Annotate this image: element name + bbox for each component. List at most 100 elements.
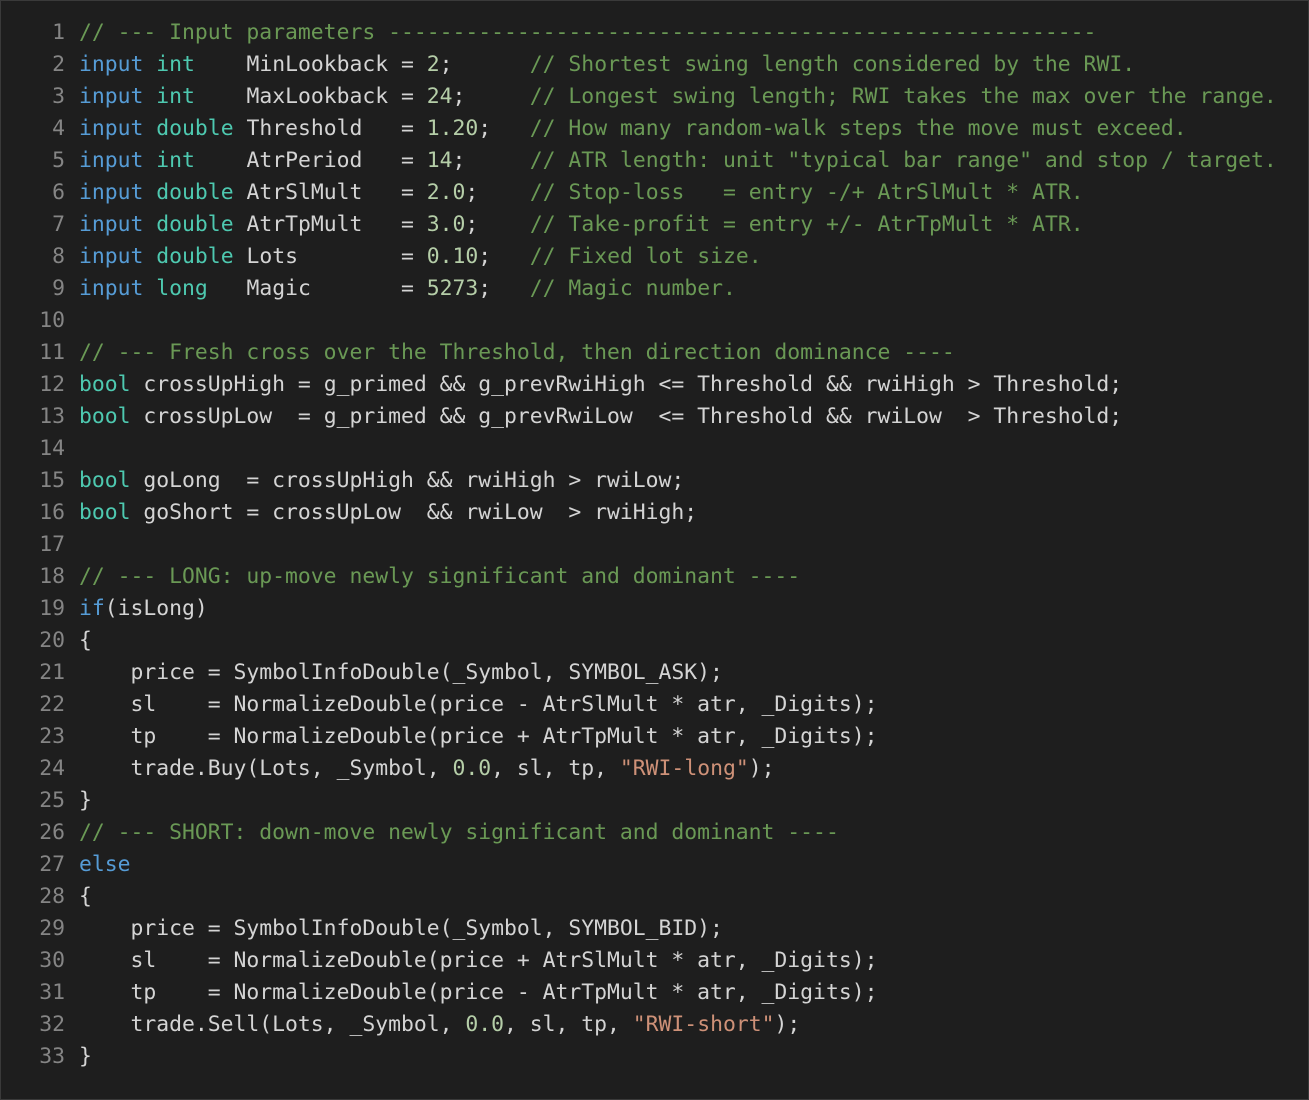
line-content[interactable]: {: [65, 625, 92, 657]
line-content[interactable]: input double AtrTpMult = 3.0; // Take-pr…: [65, 209, 1084, 241]
code-line[interactable]: 26 // --- SHORT: down-move newly signific…: [1, 817, 1277, 849]
code-token: 2: [426, 52, 440, 77]
code-token: // --- SHORT: down-move newly significan…: [79, 820, 839, 845]
line-content[interactable]: if(isLong): [65, 593, 208, 625]
code-line[interactable]: 28 {: [1, 881, 1277, 913]
line-number: 30: [39, 948, 65, 973]
code-token: , sl, tp,: [491, 756, 620, 781]
code-token: trade.Buy(Lots, _Symbol,: [79, 756, 453, 781]
line-content[interactable]: input double Threshold = 1.20; // How ma…: [65, 113, 1187, 145]
code-token: tp = NormalizeDouble(price - AtrTpMult *…: [79, 980, 878, 1005]
line-content[interactable]: [65, 433, 79, 465]
code-line[interactable]: 1 // --- Input parameters ---------------…: [1, 17, 1277, 49]
code-line[interactable]: 32 trade.Sell(Lots, _Symbol, 0.0, sl, tp…: [1, 1009, 1277, 1041]
code-area[interactable]: 1 // --- Input parameters ---------------…: [1, 17, 1277, 1073]
code-line[interactable]: 31 tp = NormalizeDouble(price - AtrTpMul…: [1, 977, 1277, 1009]
code-line[interactable]: 6 input double AtrSlMult = 2.0; // Stop-l…: [1, 177, 1277, 209]
code-line[interactable]: 17: [1, 529, 1277, 561]
line-content[interactable]: input double Lots = 0.10; // Fixed lot s…: [65, 241, 762, 273]
line-content[interactable]: tp = NormalizeDouble(price - AtrTpMult *…: [65, 977, 878, 1009]
code-token: AtrPeriod =: [194, 148, 427, 173]
line-content[interactable]: input int MinLookback = 2; // Shortest s…: [65, 49, 1135, 81]
line-content[interactable]: trade.Sell(Lots, _Symbol, 0.0, sl, tp, "…: [65, 1009, 801, 1041]
code-token: // How many random-walk steps the move m…: [529, 116, 1187, 141]
code-line[interactable]: 19 if(isLong): [1, 593, 1277, 625]
code-token: crossUpLow = g_primed && g_prevRwiLow <=…: [130, 404, 1123, 429]
code-line[interactable]: 21 price = SymbolInfoDouble(_Symbol, SYM…: [1, 657, 1277, 689]
code-token: 5273: [426, 276, 479, 301]
line-content[interactable]: // --- LONG: up-move newly significant a…: [65, 561, 800, 593]
line-content[interactable]: }: [65, 785, 92, 817]
line-content[interactable]: bool goShort = crossUpLow && rwiLow > rw…: [65, 497, 697, 529]
line-content[interactable]: price = SymbolInfoDouble(_Symbol, SYMBOL…: [65, 657, 723, 689]
line-content[interactable]: sl = NormalizeDouble(price - AtrSlMult *…: [65, 689, 878, 721]
line-content[interactable]: price = SymbolInfoDouble(_Symbol, SYMBOL…: [65, 913, 723, 945]
code-line[interactable]: 8 input double Lots = 0.10; // Fixed lot …: [1, 241, 1277, 273]
code-line[interactable]: 33}: [1, 1041, 1277, 1073]
line-number: 5: [52, 148, 65, 173]
code-line[interactable]: 12 bool crossUpHigh = g_primed && g_prevR…: [1, 369, 1277, 401]
code-token: // --- LONG: up-move newly significant a…: [79, 564, 801, 589]
code-line[interactable]: 11 // --- Fresh cross over the Threshold,…: [1, 337, 1277, 369]
code-line[interactable]: 5 input int AtrPeriod = 14; // ATR length…: [1, 145, 1277, 177]
code-line[interactable]: 24 trade.Buy(Lots, _Symbol, 0.0, sl, tp,…: [1, 753, 1277, 785]
code-line[interactable]: 18 // --- LONG: up-move newly significant…: [1, 561, 1277, 593]
code-line[interactable]: 27 else: [1, 849, 1277, 881]
line-content[interactable]: }: [65, 1041, 92, 1073]
line-content[interactable]: input double AtrSlMult = 2.0; // Stop-lo…: [65, 177, 1084, 209]
line-content[interactable]: {: [65, 881, 92, 913]
code-token: 14: [426, 148, 453, 173]
code-token: ;: [452, 84, 530, 109]
line-number: 32: [39, 1012, 65, 1037]
code-token: 2.0: [426, 180, 466, 205]
code-line[interactable]: 3 input int MaxLookback = 24; // Longest …: [1, 81, 1277, 113]
code-token: (isLong): [104, 596, 208, 621]
line-content[interactable]: input long Magic = 5273; // Magic number…: [65, 273, 736, 305]
code-line[interactable]: 14: [1, 433, 1277, 465]
line-number: 2: [52, 52, 65, 77]
code-token: input: [79, 84, 144, 109]
line-content[interactable]: bool crossUpLow = g_primed && g_prevRwiL…: [65, 401, 1122, 433]
line-content[interactable]: bool goLong = crossUpHigh && rwiHigh > r…: [65, 465, 684, 497]
code-editor[interactable]: 1 // --- Input parameters ---------------…: [0, 0, 1309, 1100]
line-content[interactable]: // --- Fresh cross over the Threshold, t…: [65, 337, 955, 369]
line-content[interactable]: else: [65, 849, 131, 881]
code-line[interactable]: 15 bool goLong = crossUpHigh && rwiHigh >…: [1, 465, 1277, 497]
code-line[interactable]: 7 input double AtrTpMult = 3.0; // Take-p…: [1, 209, 1277, 241]
code-line[interactable]: 25}: [1, 785, 1277, 817]
code-line[interactable]: 22 sl = NormalizeDouble(price - AtrSlMul…: [1, 689, 1277, 721]
line-content[interactable]: tp = NormalizeDouble(price + AtrTpMult *…: [65, 721, 878, 753]
code-line[interactable]: 10: [1, 305, 1277, 337]
code-line[interactable]: 29 price = SymbolInfoDouble(_Symbol, SYM…: [1, 913, 1277, 945]
line-content[interactable]: sl = NormalizeDouble(price + AtrSlMult *…: [65, 945, 878, 977]
code-token: );: [748, 756, 775, 781]
code-line[interactable]: 9 input long Magic = 5273; // Magic numbe…: [1, 273, 1277, 305]
code-line[interactable]: 20 {: [1, 625, 1277, 657]
line-content[interactable]: [65, 529, 79, 561]
line-content[interactable]: // --- SHORT: down-move newly significan…: [65, 817, 839, 849]
code-line[interactable]: 4 input double Threshold = 1.20; // How m…: [1, 113, 1277, 145]
line-number: 31: [39, 980, 65, 1005]
code-token: bool: [79, 468, 131, 493]
line-content[interactable]: input int AtrPeriod = 14; // ATR length:…: [65, 145, 1277, 177]
code-line[interactable]: 23 tp = NormalizeDouble(price + AtrTpMul…: [1, 721, 1277, 753]
line-content[interactable]: // --- Input parameters ----------------…: [65, 17, 1096, 49]
code-token: price = SymbolInfoDouble(_Symbol, SYMBOL…: [79, 660, 723, 685]
line-number: 9: [52, 276, 65, 301]
code-token: 0.0: [465, 1012, 504, 1037]
line-content[interactable]: bool crossUpHigh = g_primed && g_prevRwi…: [65, 369, 1122, 401]
line-content[interactable]: trade.Buy(Lots, _Symbol, 0.0, sl, tp, "R…: [65, 753, 775, 785]
code-token: // Magic number.: [529, 276, 736, 301]
code-line[interactable]: 2 input int MinLookback = 2; // Shortest …: [1, 49, 1277, 81]
line-content[interactable]: input int MaxLookback = 24; // Longest s…: [65, 81, 1277, 113]
code-token: MinLookback =: [194, 52, 427, 77]
code-token: ;: [478, 116, 530, 141]
line-content[interactable]: [65, 305, 79, 337]
code-token: ;: [465, 212, 530, 237]
code-line[interactable]: 16 bool goShort = crossUpLow && rwiLow > …: [1, 497, 1277, 529]
code-line[interactable]: 13 bool crossUpLow = g_primed && g_prevRw…: [1, 401, 1277, 433]
code-token: "RWI-short": [632, 1012, 775, 1037]
code-line[interactable]: 30 sl = NormalizeDouble(price + AtrSlMul…: [1, 945, 1277, 977]
code-token: , sl, tp,: [504, 1012, 633, 1037]
